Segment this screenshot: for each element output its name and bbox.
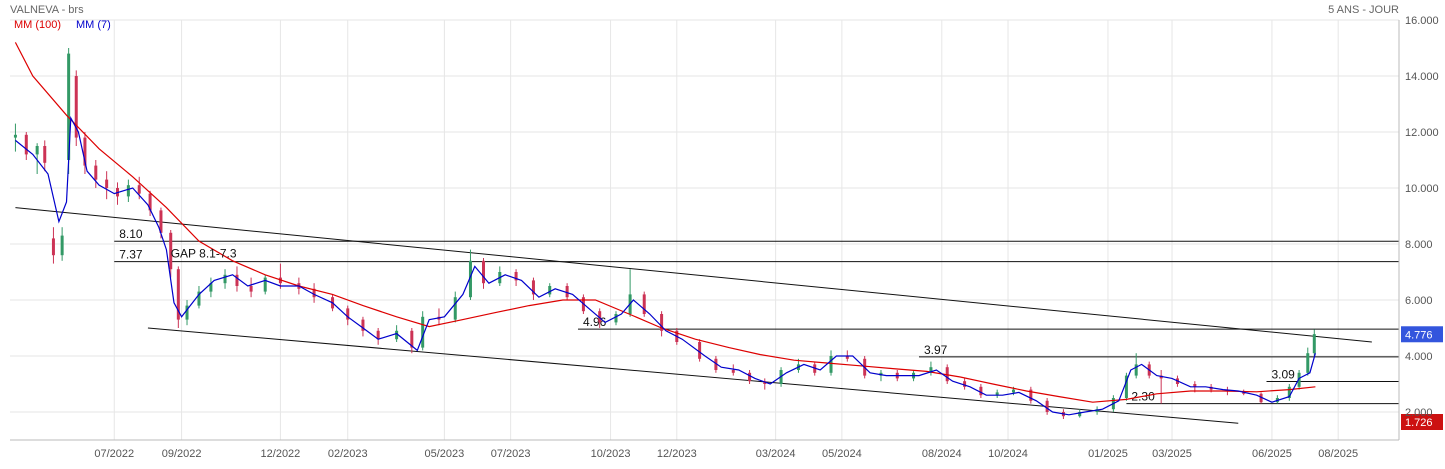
level-label: 7.37 xyxy=(119,248,143,262)
x-tick-label: 03/2024 xyxy=(756,448,796,460)
candle-body xyxy=(642,294,646,314)
period-label: 5 ANS - JOUR xyxy=(1328,4,1399,16)
candle-body xyxy=(453,297,457,320)
x-tick-label: 06/2025 xyxy=(1252,448,1292,460)
candle-body xyxy=(60,235,64,256)
x-tick-label: 02/2023 xyxy=(328,448,368,460)
candle-body xyxy=(979,386,983,396)
candle-body xyxy=(35,146,39,155)
y-tick-label: 8.000 xyxy=(1405,239,1433,251)
level-label: 4.96 xyxy=(583,315,607,329)
chart-container: 8.10 7.37 4.96 3.97 3.09 2.30 GAP 8.1-7.3 4.77… xyxy=(0,0,1445,464)
last-price-label: 4.776 xyxy=(1405,329,1433,341)
candle-body xyxy=(614,314,618,323)
x-tick-label: 09/2022 xyxy=(162,448,202,460)
instrument-title: VALNEVA - brs xyxy=(10,4,84,16)
candle-body xyxy=(51,238,55,256)
level-label: 8.10 xyxy=(119,227,143,241)
y-tick-label: 16.000 xyxy=(1405,15,1439,27)
candle-body xyxy=(748,372,752,382)
level-label: 3.09 xyxy=(1272,367,1296,381)
level-label: 3.97 xyxy=(924,343,948,357)
candle-body xyxy=(94,165,98,180)
candle-body xyxy=(1045,400,1049,412)
candle-body xyxy=(263,277,267,292)
x-tick-label: 08/2024 xyxy=(922,448,962,460)
x-tick-label: 05/2023 xyxy=(425,448,465,460)
x-tick-label: 10/2024 xyxy=(988,448,1028,460)
candle-body xyxy=(223,274,227,284)
x-tick-label: 10/2023 xyxy=(591,448,631,460)
candle-body xyxy=(126,185,130,197)
candle-body xyxy=(137,185,141,194)
chart-background xyxy=(0,0,1445,464)
candle-body xyxy=(13,134,17,138)
gap-annotation: GAP 8.1-7.3 xyxy=(171,247,237,261)
x-tick-label: 07/2022 xyxy=(94,448,134,460)
candle-body xyxy=(249,286,253,292)
x-tick-label: 01/2025 xyxy=(1088,448,1128,460)
legend-ma7: MM (7) xyxy=(76,19,111,31)
y-tick-label: 6.000 xyxy=(1405,295,1433,307)
y-tick-label: 2.000 xyxy=(1405,407,1433,419)
candle-body xyxy=(235,274,239,286)
candle-body xyxy=(548,286,552,295)
price-chart[interactable]: 8.107.374.963.973.092.30 GAP 8.1-7.34.77… xyxy=(0,0,1445,464)
candle-body xyxy=(481,260,485,284)
y-tick-label: 14.000 xyxy=(1405,71,1439,83)
candle-body xyxy=(731,370,735,373)
y-tick-label: 4.000 xyxy=(1405,351,1433,363)
x-tick-label: 12/2022 xyxy=(261,448,301,460)
candle-body xyxy=(698,342,702,359)
y-tick-label: 12.000 xyxy=(1405,127,1439,139)
x-tick-label: 05/2024 xyxy=(822,448,862,460)
candle-body xyxy=(829,356,833,373)
y-tick-label: 10.000 xyxy=(1405,183,1439,195)
candle-body xyxy=(1306,353,1310,373)
x-tick-label: 08/2025 xyxy=(1318,448,1358,460)
candle-body xyxy=(1011,389,1015,393)
x-tick-label: 07/2023 xyxy=(491,448,531,460)
candle-body xyxy=(43,146,47,163)
candle-body xyxy=(565,286,569,298)
candle-body xyxy=(24,134,28,155)
candle-body xyxy=(1312,334,1316,354)
x-tick-label: 12/2023 xyxy=(657,448,697,460)
legend-ma100: MM (100) xyxy=(14,19,61,31)
x-tick-label: 03/2025 xyxy=(1152,448,1192,460)
candle-body xyxy=(105,179,109,188)
